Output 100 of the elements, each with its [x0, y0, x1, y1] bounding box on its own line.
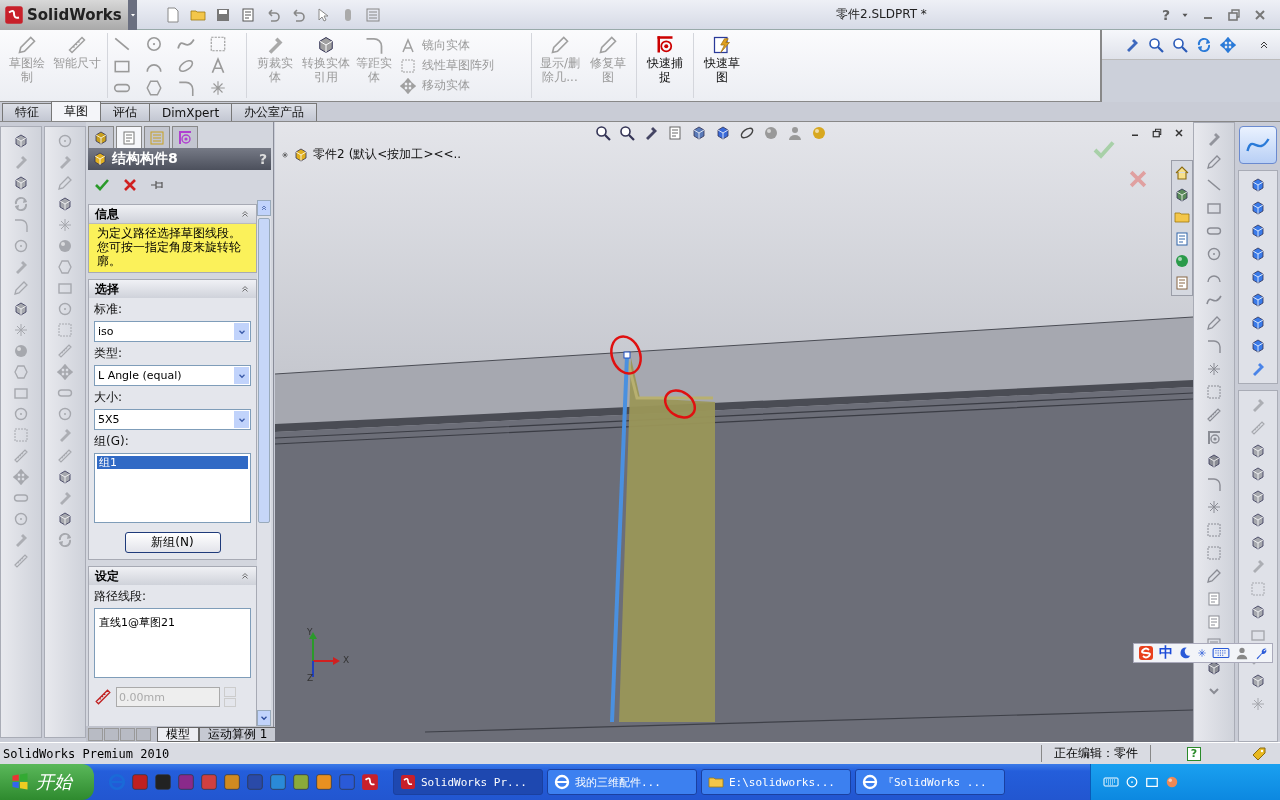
scrollbar[interactable]: [257, 200, 271, 726]
view-palette-icon[interactable]: [1174, 231, 1190, 247]
panel-tab[interactable]: [88, 126, 114, 148]
taskbar-button[interactable]: E:\solidworks...: [701, 769, 851, 795]
panel-tab[interactable]: [172, 126, 198, 148]
bottom-tab[interactable]: 运动算例 1: [199, 726, 277, 742]
command-tab[interactable]: 评估: [100, 103, 150, 121]
sketch-tool-icon[interactable]: [1206, 177, 1222, 193]
tool-icon[interactable]: [57, 406, 73, 422]
sketch-tool-icon[interactable]: [1206, 453, 1222, 469]
tool-icon[interactable]: [57, 175, 73, 191]
collapse-icon[interactable]: [240, 284, 250, 294]
close-icon[interactable]: [1173, 127, 1185, 139]
list-item[interactable]: 直线1@草图21: [99, 615, 246, 630]
scroll-up-icon[interactable]: [260, 204, 268, 212]
tool-icon[interactable]: [13, 280, 29, 296]
tool-icon[interactable]: [57, 196, 73, 212]
nav-button[interactable]: [136, 727, 151, 741]
new-document-icon[interactable]: [165, 6, 181, 23]
tool-icon[interactable]: [1249, 696, 1266, 712]
cancel-icon[interactable]: [122, 177, 138, 193]
sketch-tool-icon[interactable]: [1206, 338, 1222, 354]
tool-icon[interactable]: [1249, 535, 1266, 551]
tool-icon[interactable]: [1249, 443, 1266, 459]
program-icon[interactable]: [200, 773, 218, 791]
sketch-tool-icon[interactable]: [1206, 568, 1222, 584]
sketch-button[interactable]: [1238, 126, 1277, 164]
sketch-tool-icon[interactable]: [1206, 476, 1222, 492]
tool-icon[interactable]: [57, 238, 73, 254]
options-icon[interactable]: [365, 6, 381, 23]
line-tool-icon[interactable]: [113, 35, 131, 53]
sketch-tool-icon[interactable]: [1206, 499, 1222, 515]
panel-tab[interactable]: [116, 126, 142, 148]
solidworks-icon[interactable]: [361, 773, 379, 791]
tool-icon[interactable]: [1249, 466, 1266, 482]
tag-icon[interactable]: [1251, 745, 1267, 762]
scene-icon[interactable]: [787, 125, 803, 141]
nav-button[interactable]: [88, 727, 103, 741]
command-tab[interactable]: 草图: [51, 101, 101, 121]
tool-icon[interactable]: [57, 469, 73, 485]
command-tab[interactable]: 特征: [2, 103, 52, 121]
select-icon[interactable]: [315, 6, 331, 23]
save-icon[interactable]: [215, 6, 231, 23]
quick-sketch-icon[interactable]: [712, 35, 732, 55]
tool-icon[interactable]: [1249, 673, 1266, 689]
zoom-to-fit-icon[interactable]: [595, 125, 611, 141]
collapse-icon[interactable]: [240, 571, 250, 581]
tool-icon[interactable]: [1249, 489, 1266, 505]
tool-icon[interactable]: [13, 406, 29, 422]
nav-button[interactable]: [120, 727, 135, 741]
zoom-to-fit-icon[interactable]: [1148, 36, 1164, 53]
tool-icon[interactable]: [13, 469, 29, 485]
sketch-tool-icon[interactable]: [1206, 154, 1222, 170]
display-style-icon[interactable]: [715, 125, 731, 141]
cancel-icon[interactable]: [1127, 168, 1149, 190]
tool-icon[interactable]: [1249, 420, 1266, 436]
sketch-tool-icon[interactable]: [1206, 660, 1222, 676]
circle-tool-icon[interactable]: [145, 35, 163, 53]
ribbon-button[interactable]: 快速捕捉: [642, 33, 688, 98]
rotate-icon[interactable]: [1196, 36, 1212, 53]
zoom-area-icon[interactable]: [1172, 36, 1188, 53]
command-tab[interactable]: DimXpert: [149, 103, 233, 121]
sketch-tool-icon[interactable]: [1206, 361, 1222, 377]
list-item[interactable]: 组1: [97, 456, 248, 469]
taskbar-button[interactable]: SolidWorks Pr...: [393, 769, 543, 795]
help-button[interactable]: ?: [1187, 746, 1201, 761]
start-button[interactable]: 开始: [0, 764, 94, 800]
tool-icon[interactable]: [13, 448, 29, 464]
section-view-icon[interactable]: [667, 125, 683, 141]
tool-icon[interactable]: [13, 301, 29, 317]
tool-icon[interactable]: [57, 343, 73, 359]
sketch-tool-icon[interactable]: [1206, 315, 1222, 331]
sketch-tool-icon[interactable]: [1206, 407, 1222, 423]
tool-icon[interactable]: [1249, 604, 1266, 620]
security-icon[interactable]: [1165, 775, 1179, 789]
command-tab[interactable]: 办公室产品: [231, 103, 318, 121]
tool-icon[interactable]: [13, 238, 29, 254]
text-tool-icon[interactable]: [209, 57, 227, 75]
program-icon[interactable]: [315, 773, 333, 791]
custom-properties-icon[interactable]: [1174, 275, 1190, 291]
tool-icon[interactable]: [13, 511, 29, 527]
tool-icon[interactable]: [13, 343, 29, 359]
new-group-button[interactable]: 新组(N): [124, 532, 221, 553]
fillet-tool-icon[interactable]: [177, 79, 195, 97]
tool-icon[interactable]: [57, 217, 73, 233]
pan-icon[interactable]: [1220, 36, 1236, 53]
print-icon[interactable]: [240, 6, 256, 23]
home-icon[interactable]: [1174, 165, 1190, 181]
tool-icon[interactable]: [57, 133, 73, 149]
tool-icon[interactable]: [57, 364, 73, 380]
bottom-tab[interactable]: 模型: [157, 726, 199, 742]
tool-icon[interactable]: [13, 322, 29, 338]
appearance-icon[interactable]: [1174, 253, 1190, 269]
zoom-area-icon[interactable]: [619, 125, 635, 141]
undo-icon[interactable]: [265, 6, 281, 23]
dropdown[interactable]: L Angle (equal): [94, 365, 251, 386]
breadcrumb[interactable]: 零件2: [313, 146, 345, 163]
realview-icon[interactable]: [811, 125, 827, 141]
collapse-icon[interactable]: [240, 209, 250, 219]
dropdown[interactable]: iso: [94, 321, 251, 342]
